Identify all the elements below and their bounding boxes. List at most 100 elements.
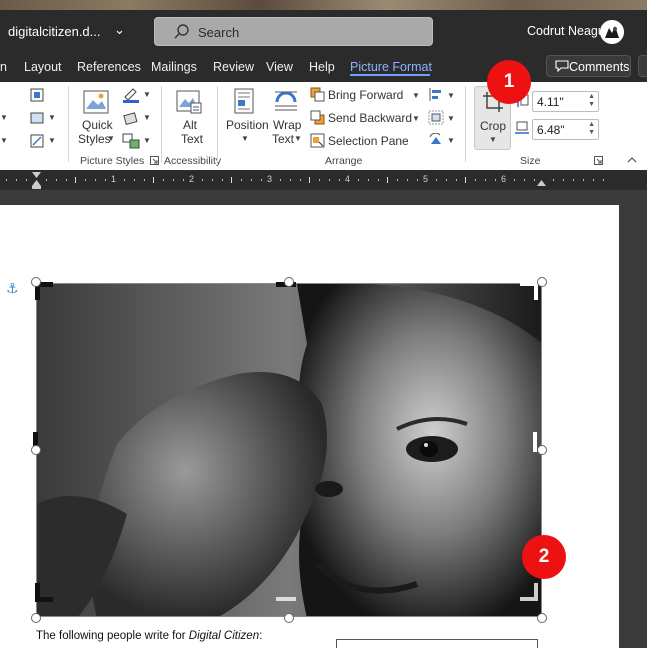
chevron-down-icon[interactable]: ▼	[412, 114, 420, 123]
alt-text-icon[interactable]	[175, 89, 203, 115]
resize-handle-top-right[interactable]	[537, 277, 547, 287]
chevron-down-icon[interactable]: ▼	[412, 91, 420, 100]
shape-height-field[interactable]: 4.11" ▲ ▼	[532, 91, 599, 112]
ruler-number: 5	[423, 174, 429, 184]
picture-layout-icon[interactable]	[122, 133, 140, 149]
quick-styles-icon[interactable]	[82, 89, 110, 117]
ruler-number: 1	[111, 174, 117, 184]
ruler-number: 6	[501, 174, 507, 184]
picture-border-icon[interactable]	[122, 87, 140, 103]
crop-handle[interactable]	[35, 597, 53, 602]
chevron-down-icon[interactable]: ▼	[447, 114, 455, 123]
selected-picture[interactable]	[36, 283, 542, 617]
tab-mailings[interactable]: Mailings	[151, 60, 197, 74]
title-bar: digitalcitizen.d... ⌄ Search Codrut Neag…	[0, 10, 647, 52]
size-group-label: Size	[520, 155, 541, 167]
annotation-badge-2: 2	[522, 535, 566, 579]
selection-pane-icon[interactable]	[310, 133, 325, 148]
resize-handle-bottom-left[interactable]	[31, 613, 41, 623]
dialog-launcher-icon[interactable]	[594, 156, 603, 165]
resize-handle-left[interactable]	[31, 445, 41, 455]
ruler-number: 4	[345, 174, 351, 184]
tab-review[interactable]: Review	[213, 60, 254, 74]
tab-references[interactable]: References	[77, 60, 141, 74]
send-backward-icon[interactable]	[310, 110, 325, 125]
wrap-text-label-1: Wrap	[273, 118, 302, 132]
search-placeholder: Search	[198, 25, 240, 40]
wrap-text-icon[interactable]	[273, 88, 299, 114]
chevron-down-icon[interactable]: ▼	[0, 136, 8, 145]
alt-text-label-1: Alt	[183, 118, 198, 132]
spinner-icon[interactable]: ▲ ▼	[588, 93, 595, 109]
resize-handle-bottom-right[interactable]	[537, 613, 547, 623]
group-objects-icon[interactable]	[428, 110, 444, 125]
shape-width-field[interactable]: 6.48" ▲ ▼	[532, 119, 599, 140]
tab-view[interactable]: View	[266, 60, 293, 74]
chevron-down-icon[interactable]: ⌄	[114, 22, 125, 38]
spinner-icon[interactable]: ▲ ▼	[588, 121, 595, 137]
desktop-wallpaper-strip	[0, 0, 647, 10]
bring-forward-label[interactable]: Bring Forward	[328, 88, 403, 102]
tab-insert[interactable]: n	[0, 60, 7, 74]
chevron-down-icon[interactable]: ▼	[0, 113, 8, 122]
crop-handle[interactable]	[534, 583, 538, 601]
ruler-ticks	[6, 172, 604, 189]
position-icon[interactable]	[233, 88, 255, 114]
chevron-down-icon[interactable]: ▼	[143, 113, 151, 122]
chevron-down-icon[interactable]: ▼	[48, 113, 56, 122]
resize-handle-top-left[interactable]	[31, 277, 41, 287]
portrait-photo	[37, 284, 541, 616]
dialog-launcher-icon[interactable]	[150, 156, 159, 165]
search-box[interactable]: Search	[154, 17, 433, 46]
resize-handle-bottom[interactable]	[284, 613, 294, 623]
resize-handle-right[interactable]	[537, 445, 547, 455]
tab-picture-format[interactable]: Picture Format	[350, 60, 432, 74]
user-name[interactable]: Codrut Neagu	[527, 24, 605, 38]
editing-button[interactable]	[638, 55, 647, 77]
bring-forward-icon[interactable]	[310, 87, 325, 102]
ruler-number: 3	[267, 174, 273, 184]
caption-italic: Digital Citizen	[188, 630, 260, 642]
anchor-icon[interactable]: ⚓	[6, 280, 19, 297]
send-backward-label[interactable]: Send Backward	[328, 111, 412, 125]
chevron-down-icon[interactable]: ▼	[447, 136, 455, 145]
rotate-icon[interactable]	[428, 133, 444, 148]
search-icon	[174, 24, 189, 39]
caption-prefix: The following people write for	[36, 630, 189, 642]
comments-button[interactable]: Comments	[546, 55, 631, 77]
chevron-down-icon[interactable]: ▼	[447, 91, 455, 100]
tab-help[interactable]: Help	[309, 60, 335, 74]
position-label: Position	[226, 118, 269, 132]
compress-pictures-icon[interactable]	[29, 133, 45, 149]
align-icon[interactable]	[428, 87, 444, 102]
chevron-down-icon[interactable]: ▼	[107, 134, 115, 143]
body-paragraph[interactable]: The following people write for Digital C…	[36, 630, 262, 642]
picture-effects-icon[interactable]	[122, 110, 140, 126]
avatar[interactable]	[600, 20, 624, 44]
resize-handle-top[interactable]	[284, 277, 294, 287]
table-cell[interactable]	[336, 639, 538, 648]
ruler-number: 2	[189, 174, 195, 184]
avatar-image	[600, 20, 624, 44]
chevron-down-icon[interactable]: ▼	[48, 136, 56, 145]
document-title[interactable]: digitalcitizen.d...	[8, 24, 101, 39]
shape-height-value: 4.11"	[537, 95, 564, 109]
transparency-icon[interactable]	[29, 110, 45, 126]
artistic-effects-icon[interactable]	[29, 87, 45, 103]
tab-layout[interactable]: Layout	[24, 60, 62, 74]
crop-handle[interactable]	[276, 597, 296, 601]
annotation-badge-1: 1	[487, 60, 531, 104]
chevron-down-icon[interactable]: ▼	[241, 134, 249, 143]
selection-pane-label[interactable]: Selection Pane	[328, 134, 409, 148]
chevron-down-icon[interactable]: ▼	[294, 134, 302, 143]
ribbon-separator	[161, 86, 162, 162]
horizontal-ruler[interactable]: 1 2 3 4 5 6	[0, 170, 647, 190]
chevron-down-icon[interactable]: ▼	[143, 136, 151, 145]
collapse-ribbon-icon[interactable]	[626, 155, 638, 165]
crop-label: Crop	[480, 119, 507, 133]
comment-icon	[555, 60, 569, 72]
caption-suffix: :	[259, 630, 263, 642]
comments-label: Comments	[569, 60, 630, 74]
chevron-down-icon[interactable]: ▼	[143, 90, 151, 99]
shape-width-value: 6.48"	[537, 123, 565, 137]
